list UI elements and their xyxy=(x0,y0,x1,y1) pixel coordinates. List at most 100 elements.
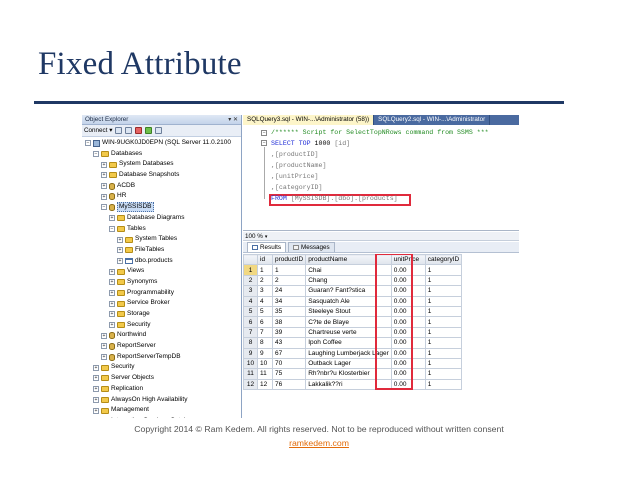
expand-icon[interactable]: + xyxy=(109,289,115,296)
table-row[interactable]: 2 2 2 Chang 0.00 1 xyxy=(243,274,463,287)
refresh-icon[interactable] xyxy=(155,127,163,134)
collapse-select-icon[interactable]: − xyxy=(261,140,267,146)
table-cell[interactable]: 39 xyxy=(271,326,307,339)
tree-node[interactable]: − WIN-9UGK0JD0EPN (SQL Server 11.0.2100 xyxy=(82,138,241,149)
tab-messages[interactable]: Messages xyxy=(288,242,335,252)
table-row[interactable]: 1 1 1 Chai 0.00 1 xyxy=(243,264,463,276)
tree-node[interactable]: + AlwaysOn High Availability xyxy=(82,395,241,406)
expand-icon[interactable]: + xyxy=(109,300,115,307)
row-number[interactable]: 2 xyxy=(243,274,258,287)
table-cell[interactable]: 1 xyxy=(424,326,463,339)
expand-icon[interactable]: + xyxy=(109,268,115,275)
table-cell[interactable]: 43 xyxy=(271,337,307,349)
tree-node[interactable]: +Integration Services Catalogs xyxy=(82,416,241,418)
table-cell[interactable]: 1 xyxy=(424,264,463,276)
tree-node[interactable]: + Programmability xyxy=(82,288,241,299)
expand-icon[interactable]: + xyxy=(101,193,107,200)
expand-icon[interactable]: + xyxy=(93,375,99,382)
column-header[interactable]: id xyxy=(257,254,273,266)
table-cell[interactable]: 11 xyxy=(257,368,273,380)
expand-icon[interactable]: + xyxy=(101,172,107,179)
row-number[interactable]: 10 xyxy=(243,357,258,370)
collapse-icon[interactable]: − xyxy=(85,140,91,147)
table-cell[interactable]: 67 xyxy=(271,347,307,359)
row-number[interactable]: 3 xyxy=(243,285,258,297)
table-cell[interactable]: 9 xyxy=(257,347,273,359)
table-cell[interactable]: 24 xyxy=(271,285,307,297)
tree-node[interactable]: + Database Diagrams xyxy=(82,213,241,224)
table-cell[interactable]: 1 xyxy=(424,357,463,370)
table-cell[interactable]: 1 xyxy=(424,347,463,359)
table-row[interactable]: 4 4 34 Sasquatch Ale 0.00 1 xyxy=(243,295,463,307)
expand-icon[interactable]: + xyxy=(109,311,115,318)
row-number[interactable]: 4 xyxy=(243,295,258,307)
row-number[interactable]: 1 xyxy=(243,264,258,276)
tree-node[interactable]: + Management xyxy=(82,405,241,416)
zoom-level[interactable]: 100 % xyxy=(245,233,263,240)
pin-close-icon[interactable]: ▾ ✕ xyxy=(228,115,238,125)
table-cell[interactable]: 70 xyxy=(271,357,307,370)
tree-node[interactable]: + ReportServer xyxy=(82,341,241,352)
expand-icon[interactable]: + xyxy=(117,247,123,254)
tree-node[interactable]: + Northwind xyxy=(82,330,241,341)
row-number[interactable]: 8 xyxy=(243,337,258,349)
table-cell[interactable]: 3 xyxy=(257,285,273,297)
table-cell[interactable]: 2 xyxy=(271,274,307,287)
collapse-icon[interactable]: − xyxy=(101,204,107,211)
table-cell[interactable]: 1 xyxy=(424,368,463,380)
table-row[interactable]: 7 7 39 Chartreuse verte 0.00 1 xyxy=(243,326,463,339)
table-cell[interactable]: 1 xyxy=(271,264,307,276)
tab-query-2[interactable]: SQLQuery2.sql - WIN-...\Administrator xyxy=(374,115,491,125)
expand-icon[interactable]: + xyxy=(101,343,107,350)
table-cell[interactable]: 76 xyxy=(271,378,307,391)
expand-icon[interactable]: + xyxy=(101,161,107,168)
filter-icon[interactable] xyxy=(145,127,153,134)
expand-icon[interactable]: + xyxy=(101,183,107,190)
table-row[interactable]: 9 9 67 Laughing Lumberjack Lager 0.00 1 xyxy=(243,347,463,359)
expand-icon[interactable]: + xyxy=(93,407,99,414)
tree-node[interactable]: + Replication xyxy=(82,384,241,395)
footer-link[interactable]: ramkedem.com xyxy=(289,438,349,448)
tree-node[interactable]: − MySSISDB xyxy=(82,202,241,213)
tree-node[interactable]: + Server Objects xyxy=(82,373,241,384)
table-cell[interactable]: 1 xyxy=(424,305,463,318)
connect-button[interactable]: Connect ▾ xyxy=(84,127,112,134)
table-cell[interactable]: 10 xyxy=(257,357,273,370)
row-number[interactable]: 12 xyxy=(243,378,258,391)
tree-node[interactable]: + System Tables xyxy=(82,234,241,245)
tree-node[interactable]: + Storage xyxy=(82,309,241,320)
tree-node[interactable]: + Synonyms xyxy=(82,277,241,288)
collapse-comment-icon[interactable]: − xyxy=(261,130,267,136)
stop-icon[interactable] xyxy=(135,127,143,134)
tree-node[interactable]: + Views xyxy=(82,266,241,277)
column-header[interactable] xyxy=(243,254,258,266)
row-number[interactable]: 9 xyxy=(243,347,258,359)
table-cell[interactable]: 38 xyxy=(271,316,307,328)
table-cell[interactable]: 1 xyxy=(424,285,463,297)
row-number[interactable]: 7 xyxy=(243,326,258,339)
tab-query-1[interactable]: SQLQuery3.sql - WIN-...\Administrator (5… xyxy=(243,115,375,125)
tree-node[interactable]: + FileTables xyxy=(82,245,241,256)
table-row[interactable]: 10 10 70 Outback Lager 0.00 1 xyxy=(243,357,463,370)
table-cell[interactable]: 1 xyxy=(424,295,463,307)
table-row[interactable]: 11 11 75 Rh?nbr?u Klosterbier 0.00 1 xyxy=(243,368,463,380)
table-cell[interactable]: 2 xyxy=(257,274,273,287)
table-row[interactable]: 8 8 43 Ipoh Coffee 0.00 1 xyxy=(243,337,463,349)
connect-icon[interactable] xyxy=(115,127,123,134)
expand-icon[interactable]: + xyxy=(93,396,99,403)
collapse-icon[interactable]: − xyxy=(109,225,115,232)
table-cell[interactable]: 4 xyxy=(257,295,273,307)
tree-node[interactable]: + dbo.products xyxy=(82,256,241,267)
table-cell[interactable]: 35 xyxy=(271,305,307,318)
tree-node[interactable]: + Security xyxy=(82,362,241,373)
table-row[interactable]: 3 3 24 Guaran? Fant?stica 0.00 1 xyxy=(243,285,463,297)
expand-icon[interactable]: + xyxy=(109,322,115,329)
table-cell[interactable]: 1 xyxy=(424,378,463,391)
row-number[interactable]: 6 xyxy=(243,316,258,328)
expand-icon[interactable]: + xyxy=(93,386,99,393)
table-cell[interactable]: 5 xyxy=(257,305,273,318)
tree-node[interactable]: + ReportServerTempDB xyxy=(82,352,241,363)
expand-icon[interactable]: + xyxy=(109,279,115,286)
expand-icon[interactable]: + xyxy=(117,257,123,264)
tree-node[interactable]: + System Databases xyxy=(82,159,241,170)
